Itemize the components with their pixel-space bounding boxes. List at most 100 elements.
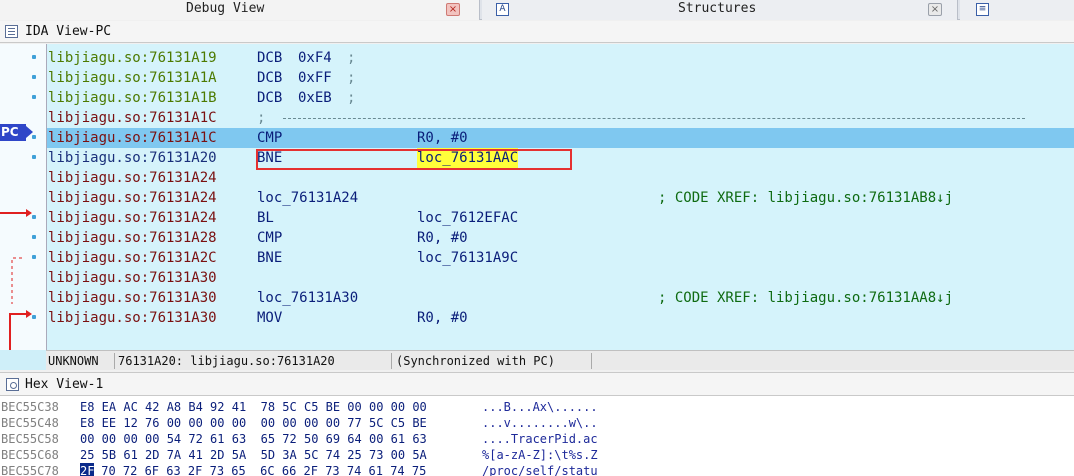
status-location: 76131A20: libjiagu.so:76131A20	[118, 354, 335, 368]
disassembly-status-bar: UNKNOWN 76131A20: libjiagu.so:76131A20 (…	[46, 350, 1074, 370]
line-operand[interactable]: loc_7612EFAC	[417, 208, 518, 228]
hex-bytes[interactable]: E8 EE 12 76 00 00 00 00 00 00 00 00 77 5…	[80, 415, 427, 431]
code-line-separator[interactable]: libjiagu.so:76131A1C ;	[47, 108, 1074, 128]
line-address: libjiagu.so:76131A20	[48, 150, 217, 166]
line-address: libjiagu.so:76131A28	[48, 230, 217, 246]
ida-view-icon	[5, 25, 18, 38]
xref-comment[interactable]: ; CODE XREF: libjiagu.so:76131AB8↓j	[658, 188, 953, 208]
annotation-box	[256, 149, 572, 170]
structures-icon: A	[496, 3, 509, 16]
hex-row[interactable]: BEC55C58 00 00 00 00 54 72 61 63 65 72 5…	[0, 431, 1074, 447]
code-line-label[interactable]: libjiagu.so:76131A30 loc_76131A30 ; CODE…	[47, 288, 1074, 308]
hex-bytes[interactable]: 70 72 6F 63 2F 73 65 6C 66 2F 73 74 61 7…	[94, 463, 426, 476]
line-address: libjiagu.so:76131A30	[48, 290, 217, 306]
code-line[interactable]: libjiagu.so:76131A1A DCB 0xFF ;	[47, 68, 1074, 88]
line-mnemonic: DCB	[257, 90, 283, 106]
tab-structures[interactable]: A Structures ×	[482, 0, 958, 20]
code-line[interactable]: libjiagu.so:76131A24 BL loc_7612EFAC	[47, 208, 1074, 228]
line-address: libjiagu.so:76131A24	[48, 210, 217, 226]
line-address: libjiagu.so:76131A30	[48, 270, 217, 286]
code-line[interactable]: libjiagu.so:76131A24	[47, 168, 1074, 188]
code-line[interactable]: libjiagu.so:76131A1B DCB 0xEB ;	[47, 88, 1074, 108]
line-comment: ;	[347, 90, 356, 106]
line-marker-icon	[32, 255, 36, 259]
hex-ascii[interactable]: %[a-zA-Z]:\t%s.Z	[482, 447, 598, 463]
line-marker-icon	[32, 75, 36, 79]
line-operand: 0xEB	[298, 90, 332, 106]
line-operand: R0, #0	[417, 230, 468, 246]
line-operand: R0, #0	[417, 130, 468, 146]
hex-ascii[interactable]: ....TracerPid.ac	[482, 431, 598, 447]
pc-marker: PC	[0, 124, 26, 141]
hex-row[interactable]: BEC55C48 E8 EE 12 76 00 00 00 00 00 00 0…	[0, 415, 1074, 431]
line-marker-icon	[32, 215, 36, 219]
code-line[interactable]: libjiagu.so:76131A19 DCB 0xF4 ;	[47, 48, 1074, 68]
tab-other[interactable]: ≡	[960, 0, 1074, 20]
line-comment: ;	[257, 110, 266, 126]
tab-debug-view[interactable]: Debug View ×	[0, 0, 480, 20]
hex-address: BEC55C78	[1, 464, 59, 476]
hex-row[interactable]: BEC55C78 2F 70 72 6F 63 2F 73 65 6C 66 2…	[0, 463, 1074, 476]
line-mnemonic: DCB	[257, 70, 283, 86]
xref-comment[interactable]: ; CODE XREF: libjiagu.so:76131AA8↓j	[658, 288, 953, 308]
hex-address: BEC55C48	[1, 416, 59, 430]
line-comment: ;	[347, 50, 356, 66]
ida-view-header: IDA View-PC	[0, 21, 1074, 43]
code-line[interactable]: libjiagu.so:76131A28 CMP R0, #0	[47, 228, 1074, 248]
line-mnemonic: BNE	[257, 250, 283, 266]
hex-bytes[interactable]: E8 EA AC 42 A8 B4 92 41 78 5C C5 BE 00 0…	[80, 399, 427, 415]
code-line-current[interactable]: libjiagu.so:76131A1C CMP R0, #0	[47, 128, 1074, 148]
line-operand[interactable]: loc_76131A9C	[417, 248, 518, 268]
line-mnemonic: MOV	[257, 310, 283, 326]
hex-bytes[interactable]: 00 00 00 00 54 72 61 63 65 72 50 69 64 0…	[80, 431, 427, 447]
line-address: libjiagu.so:76131A1B	[48, 90, 217, 106]
line-marker-icon	[32, 235, 36, 239]
list-icon: ≡	[976, 3, 989, 16]
line-mnemonic: BL	[257, 210, 274, 226]
line-marker-icon	[32, 95, 36, 99]
status-sync: (Synchronized with PC)	[396, 354, 555, 368]
code-line-label[interactable]: libjiagu.so:76131A24 loc_76131A24 ; CODE…	[47, 188, 1074, 208]
hex-view-title: Hex View-1	[25, 377, 104, 392]
line-operand: 0xFF	[298, 70, 332, 86]
hex-bytes[interactable]: 25 5B 61 2D 7A 41 2D 5A 5D 3A 5C 74 25 7…	[80, 447, 427, 463]
hex-ascii[interactable]: /proc/self/statu	[482, 463, 598, 476]
hex-address: BEC55C68	[1, 448, 59, 462]
hex-view[interactable]: BEC55C38 E8 EA AC 42 A8 B4 92 41 78 5C C…	[0, 396, 1074, 476]
code-label[interactable]: loc_76131A24	[257, 188, 358, 208]
hex-view-header: Hex View-1	[0, 372, 1074, 396]
close-icon[interactable]: ×	[928, 3, 942, 16]
hex-row[interactable]: BEC55C68 25 5B 61 2D 7A 41 2D 5A 5D 3A 5…	[0, 447, 1074, 463]
line-address: libjiagu.so:76131A1C	[48, 110, 217, 126]
line-address: libjiagu.so:76131A30	[48, 310, 217, 326]
divider	[591, 353, 592, 369]
hex-view-icon	[6, 378, 19, 391]
line-marker-icon	[32, 315, 36, 319]
branch-arrows	[0, 209, 32, 362]
line-address: libjiagu.so:76131A1C	[48, 130, 217, 146]
code-line[interactable]: libjiagu.so:76131A2C BNE loc_76131A9C	[47, 248, 1074, 268]
line-marker-icon	[32, 55, 36, 59]
line-operand: R0, #0	[417, 310, 468, 326]
hex-cursor-byte[interactable]: 2F	[80, 463, 95, 476]
close-icon[interactable]: ×	[446, 3, 460, 16]
code-line[interactable]: libjiagu.so:76131A30	[47, 268, 1074, 288]
code-line[interactable]: libjiagu.so:76131A20 BNE loc_76131AAC	[47, 148, 1074, 170]
line-address: libjiagu.so:76131A19	[48, 50, 217, 66]
line-operand: 0xF4	[298, 50, 332, 66]
line-address: libjiagu.so:76131A2C	[48, 250, 217, 266]
line-marker-icon	[32, 155, 36, 159]
hex-row[interactable]: BEC55C38 E8 EA AC 42 A8 B4 92 41 78 5C C…	[0, 399, 1074, 415]
disassembly-view[interactable]: PC libjiagu.so:76131A19 DCB 0xF4 ; libji…	[0, 44, 1074, 370]
line-marker-icon	[32, 135, 36, 139]
hex-ascii[interactable]: ...B...Ax\......	[482, 399, 598, 415]
hex-address: BEC55C38	[1, 400, 59, 414]
code-line[interactable]: libjiagu.so:76131A30 MOV R0, #0	[47, 308, 1074, 328]
hex-address: BEC55C58	[1, 432, 59, 446]
hex-ascii[interactable]: ...v........w\..	[482, 415, 598, 431]
tab-debug-view-label: Debug View	[186, 1, 265, 16]
separator-line	[283, 118, 1025, 119]
line-mnemonic: CMP	[257, 230, 283, 246]
code-listing[interactable]: libjiagu.so:76131A19 DCB 0xF4 ; libjiagu…	[46, 44, 1074, 350]
code-label[interactable]: loc_76131A30	[257, 288, 358, 308]
